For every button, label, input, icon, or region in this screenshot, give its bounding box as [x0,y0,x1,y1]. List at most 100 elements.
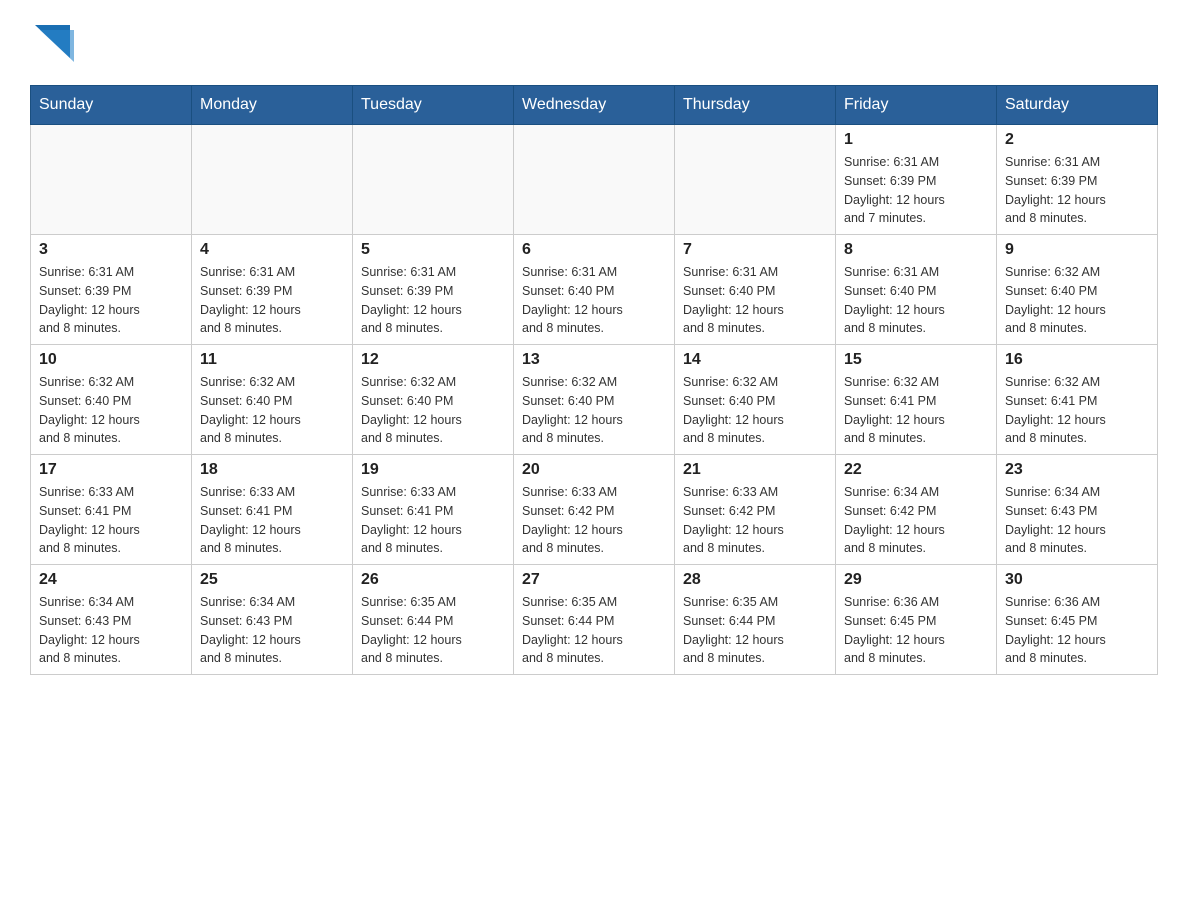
day-number: 3 [39,241,183,259]
day-info: Sunrise: 6:33 AM Sunset: 6:41 PM Dayligh… [39,483,183,558]
calendar-cell: 22 Sunrise: 6:34 AM Sunset: 6:42 PM Dayli… [836,455,997,565]
day-number: 25 [200,571,344,589]
day-info: Sunrise: 6:32 AM Sunset: 6:40 PM Dayligh… [200,373,344,448]
calendar-cell: 17 Sunrise: 6:33 AM Sunset: 6:41 PM Dayli… [31,455,192,565]
week-row-2: 3 Sunrise: 6:31 AM Sunset: 6:39 PM Daylig… [31,235,1158,345]
calendar-cell: 6Sunrise: 6:31 AM Sunset: 6:40 PM Daylig… [514,235,675,345]
day-info: Sunrise: 6:34 AM Sunset: 6:43 PM Dayligh… [200,593,344,668]
day-number: 29 [844,571,988,589]
calendar-cell: 5 Sunrise: 6:31 AM Sunset: 6:39 PM Daylig… [353,235,514,345]
day-number: 28 [683,571,827,589]
day-info: Sunrise: 6:36 AM Sunset: 6:45 PM Dayligh… [844,593,988,668]
calendar-cell: 24Sunrise: 6:34 AM Sunset: 6:43 PM Dayli… [31,565,192,675]
day-info: Sunrise: 6:32 AM Sunset: 6:40 PM Dayligh… [522,373,666,448]
day-info: Sunrise: 6:31 AM Sunset: 6:39 PM Dayligh… [844,153,988,228]
day-info: Sunrise: 6:33 AM Sunset: 6:42 PM Dayligh… [522,483,666,558]
weekday-header-monday: Monday [192,86,353,125]
day-info: Sunrise: 6:32 AM Sunset: 6:40 PM Dayligh… [39,373,183,448]
day-info: Sunrise: 6:32 AM Sunset: 6:40 PM Dayligh… [361,373,505,448]
day-number: 9 [1005,241,1149,259]
day-number: 17 [39,461,183,479]
day-number: 16 [1005,351,1149,369]
weekday-header-saturday: Saturday [997,86,1158,125]
day-number: 2 [1005,131,1149,149]
calendar-cell: 11 Sunrise: 6:32 AM Sunset: 6:40 PM Dayli… [192,345,353,455]
calendar-cell: 27 Sunrise: 6:35 AM Sunset: 6:44 PM Dayli… [514,565,675,675]
day-info: Sunrise: 6:32 AM Sunset: 6:41 PM Dayligh… [1005,373,1149,448]
day-number: 7 [683,241,827,259]
weekday-header-friday: Friday [836,86,997,125]
day-number: 21 [683,461,827,479]
calendar-cell: 3 Sunrise: 6:31 AM Sunset: 6:39 PM Daylig… [31,235,192,345]
weekday-header-tuesday: Tuesday [353,86,514,125]
weekday-header-wednesday: Wednesday [514,86,675,125]
calendar-cell: 10 Sunrise: 6:32 AM Sunset: 6:40 PM Dayli… [31,345,192,455]
weekday-header-row: SundayMondayTuesdayWednesdayThursdayFrid… [31,86,1158,125]
calendar-cell: 25 Sunrise: 6:34 AM Sunset: 6:43 PM Dayli… [192,565,353,675]
day-number: 19 [361,461,505,479]
calendar-cell [514,125,675,235]
calendar-cell: 12 Sunrise: 6:32 AM Sunset: 6:40 PM Dayli… [353,345,514,455]
calendar-cell: 16 Sunrise: 6:32 AM Sunset: 6:41 PM Dayli… [997,345,1158,455]
day-info: Sunrise: 6:36 AM Sunset: 6:45 PM Dayligh… [1005,593,1149,668]
logo [30,20,80,65]
day-number: 27 [522,571,666,589]
calendar-cell: 9Sunrise: 6:32 AM Sunset: 6:40 PM Daylig… [997,235,1158,345]
calendar-cell: 8 Sunrise: 6:31 AM Sunset: 6:40 PM Daylig… [836,235,997,345]
day-number: 22 [844,461,988,479]
day-number: 11 [200,351,344,369]
week-row-5: 24 Sunrise: 6:34 AM Sunset: 6:43 PM Dayli… [31,565,1158,675]
week-row-1: 1 Sunrise: 6:31 AM Sunset: 6:39 PM Daylig… [31,125,1158,235]
day-number: 14 [683,351,827,369]
calendar-cell: 30 Sunrise: 6:36 AM Sunset: 6:45 PM Dayli… [997,565,1158,675]
calendar-cell: 4 Sunrise: 6:31 AM Sunset: 6:39 PM Daylig… [192,235,353,345]
calendar-cell: 28 Sunrise: 6:35 AM Sunset: 6:44 PM Dayli… [675,565,836,675]
calendar-cell: 14 Sunrise: 6:32 AM Sunset: 6:40 PM Dayli… [675,345,836,455]
calendar-cell: 18 Sunrise: 6:33 AM Sunset: 6:41 PM Dayli… [192,455,353,565]
calendar-cell [675,125,836,235]
day-number: 24 [39,571,183,589]
day-info: Sunrise: 6:35 AM Sunset: 6:44 PM Dayligh… [683,593,827,668]
calendar-cell [353,125,514,235]
day-number: 23 [1005,461,1149,479]
day-number: 8 [844,241,988,259]
day-number: 12 [361,351,505,369]
calendar-cell [31,125,192,235]
day-info: Sunrise: 6:33 AM Sunset: 6:41 PM Dayligh… [200,483,344,558]
day-info: Sunrise: 6:34 AM Sunset: 6:43 PM Dayligh… [1005,483,1149,558]
week-row-3: 10 Sunrise: 6:32 AM Sunset: 6:40 PM Dayli… [31,345,1158,455]
day-number: 5 [361,241,505,259]
day-info: Sunrise: 6:31 AM Sunset: 6:39 PM Dayligh… [39,263,183,338]
day-info: Sunrise: 6:31 AM Sunset: 6:39 PM Dayligh… [200,263,344,338]
logo-triangle-icon [30,20,80,65]
week-row-4: 17 Sunrise: 6:33 AM Sunset: 6:41 PM Dayli… [31,455,1158,565]
calendar-cell [192,125,353,235]
calendar-cell: 2 Sunrise: 6:31 AM Sunset: 6:39 PM Daylig… [997,125,1158,235]
day-info: Sunrise: 6:31 AM Sunset: 6:40 PM Dayligh… [844,263,988,338]
day-info: Sunrise: 6:31 AM Sunset: 6:40 PM Dayligh… [522,263,666,338]
calendar-cell: 23 Sunrise: 6:34 AM Sunset: 6:43 PM Dayli… [997,455,1158,565]
day-info: Sunrise: 6:31 AM Sunset: 6:39 PM Dayligh… [361,263,505,338]
day-number: 30 [1005,571,1149,589]
day-info: Sunrise: 6:32 AM Sunset: 6:41 PM Dayligh… [844,373,988,448]
day-number: 18 [200,461,344,479]
day-info: Sunrise: 6:33 AM Sunset: 6:41 PM Dayligh… [361,483,505,558]
calendar-cell: 19 Sunrise: 6:33 AM Sunset: 6:41 PM Dayli… [353,455,514,565]
day-info: Sunrise: 6:31 AM Sunset: 6:40 PM Dayligh… [683,263,827,338]
day-info: Sunrise: 6:31 AM Sunset: 6:39 PM Dayligh… [1005,153,1149,228]
header [30,20,1158,65]
calendar-cell: 15 Sunrise: 6:32 AM Sunset: 6:41 PM Dayli… [836,345,997,455]
day-info: Sunrise: 6:35 AM Sunset: 6:44 PM Dayligh… [361,593,505,668]
calendar-cell: 1 Sunrise: 6:31 AM Sunset: 6:39 PM Daylig… [836,125,997,235]
day-number: 10 [39,351,183,369]
day-info: Sunrise: 6:34 AM Sunset: 6:42 PM Dayligh… [844,483,988,558]
calendar-table: SundayMondayTuesdayWednesdayThursdayFrid… [30,85,1158,675]
day-number: 4 [200,241,344,259]
day-number: 15 [844,351,988,369]
day-number: 1 [844,131,988,149]
day-number: 13 [522,351,666,369]
day-info: Sunrise: 6:32 AM Sunset: 6:40 PM Dayligh… [683,373,827,448]
weekday-header-sunday: Sunday [31,86,192,125]
day-info: Sunrise: 6:35 AM Sunset: 6:44 PM Dayligh… [522,593,666,668]
day-number: 20 [522,461,666,479]
